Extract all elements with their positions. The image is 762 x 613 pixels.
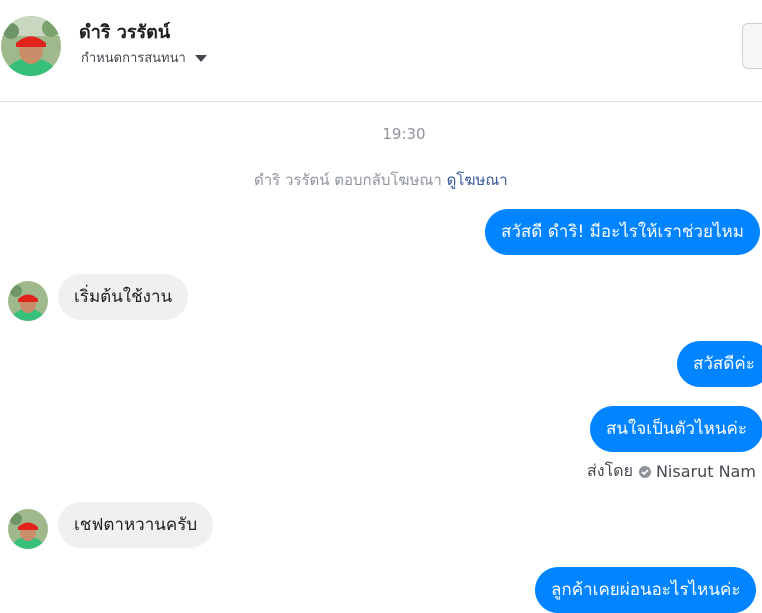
conversation-settings-label: กำหนดการสนทนา — [81, 51, 186, 66]
message-bubble-outgoing[interactable]: สวัสดี ดำริ! มีอะไรให้เราช่วยไหม — [485, 209, 760, 255]
caret-down-icon — [194, 54, 207, 62]
sent-by-row: ส่งโดย Nisarut Nam — [587, 459, 756, 484]
sent-by-label: ส่งโดย — [587, 461, 633, 480]
sent-by-agent[interactable]: Nisarut Nam — [656, 462, 756, 481]
message-bubble-outgoing[interactable]: สนใจเป็นตัวไหนค่ะ — [590, 406, 762, 452]
timestamp: 19:30 — [382, 125, 426, 143]
conversation-settings-dropdown[interactable]: กำหนดการสนทนา — [81, 47, 207, 68]
message-bubble-outgoing[interactable]: สวัสดีค่ะ — [677, 341, 762, 387]
conversation-header: ดำริ วรรัตน์ กำหนดการสนทนา — [0, 0, 762, 102]
view-ad-link[interactable]: ดูโฆษณา — [447, 171, 508, 189]
header-action-button[interactable] — [742, 23, 762, 69]
message-bubble-incoming[interactable]: เชฟตาหวานครับ — [58, 502, 214, 548]
contact-name: ดำริ วรรัตน์ — [79, 22, 171, 43]
ad-reply-note: ดำริ วรรัตน์ ตอบกลับโฆษณา ดูโฆษณา — [254, 168, 508, 192]
message-bubble-outgoing[interactable]: ลูกค้าเคยผ่อนอะไรไหนค่ะ — [535, 567, 757, 613]
avatar[interactable] — [1, 16, 61, 76]
message-bubble-incoming[interactable]: เริ่มต้นใช้งาน — [58, 274, 189, 320]
ad-reply-text: ดำริ วรรัตน์ ตอบกลับโฆษณา — [254, 171, 442, 189]
avatar — [8, 281, 48, 321]
check-circle-icon — [638, 465, 651, 478]
avatar — [8, 509, 48, 549]
